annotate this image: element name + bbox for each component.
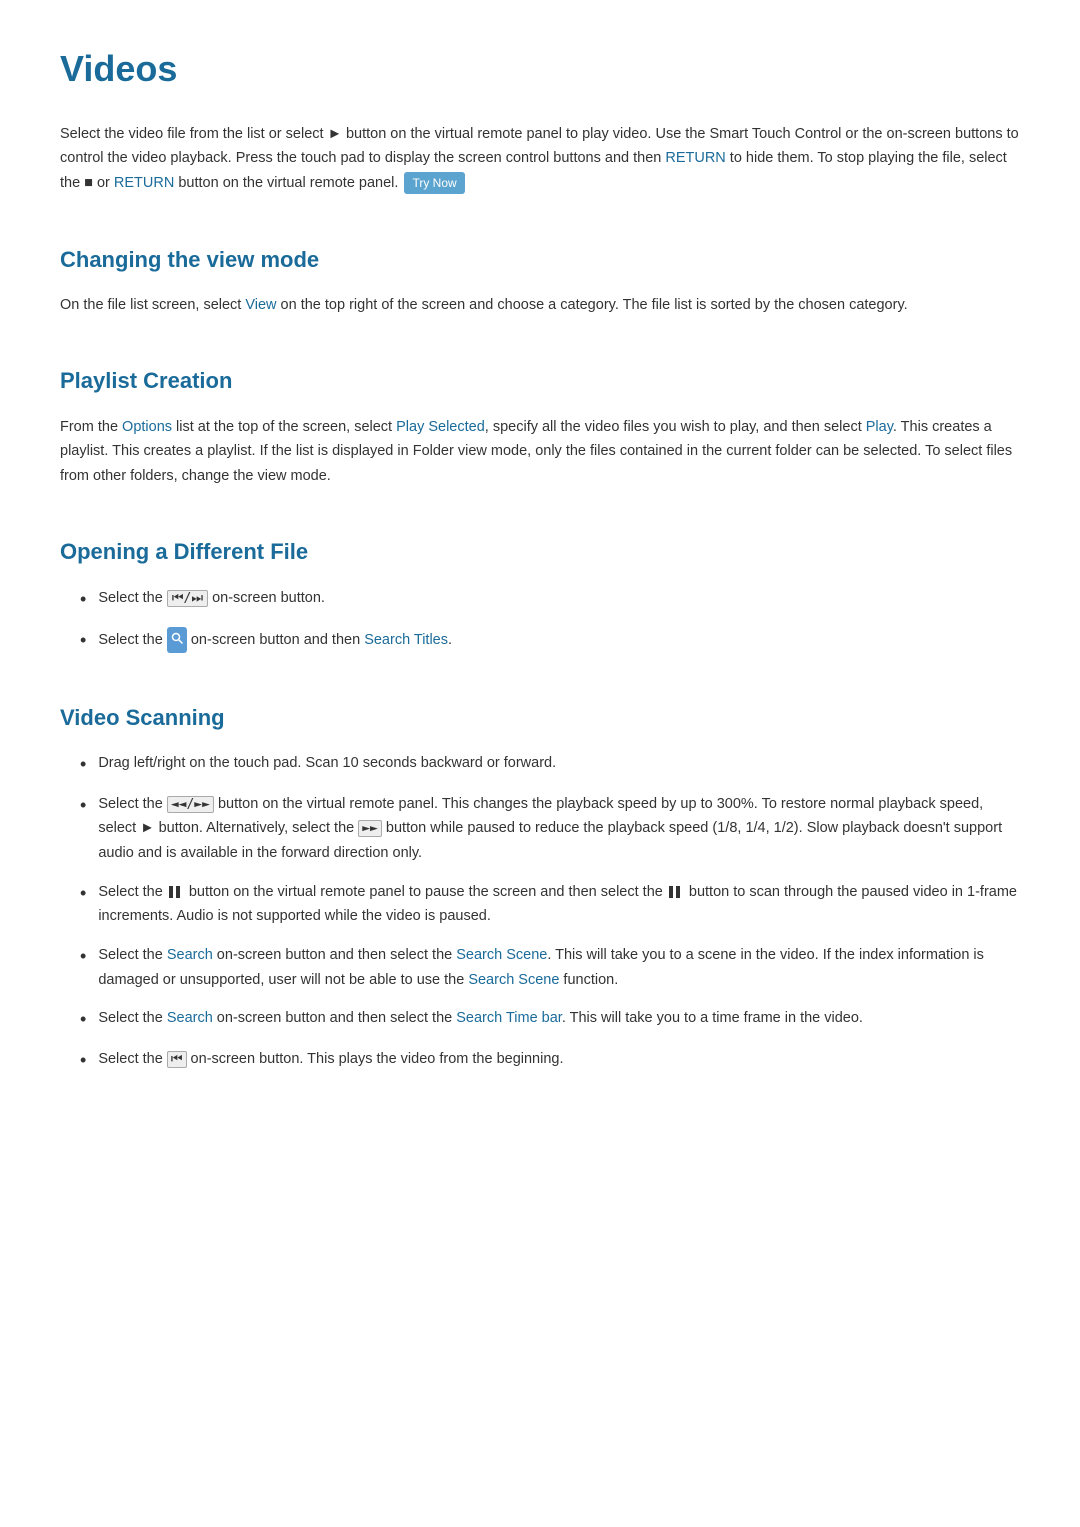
view-link: View [245, 297, 276, 313]
list-item: Select the Search on-screen button and t… [60, 1006, 1020, 1033]
play-link: Play [866, 419, 893, 435]
scanning-bullet-3: Select the button on the virtual remote … [98, 880, 1020, 929]
return-link-1: RETURN [665, 150, 725, 166]
scanning-bullet-6: Select the ⏮ on-screen button. This play… [98, 1047, 1020, 1072]
section-body-changing-view: On the file list screen, select View on … [60, 293, 1020, 318]
go-to-start-icon: ⏮ [167, 1051, 187, 1068]
search-titles-link: Search Titles [364, 632, 448, 648]
search-scene-link-2: Search Scene [468, 972, 559, 988]
skip-icon: ⏮/⏭ [167, 590, 208, 607]
search-time-bar-link: Search Time bar [456, 1010, 562, 1026]
section-title-changing-view: Changing the view mode [60, 232, 1020, 277]
list-item: Select the ⏮/⏭ on-screen button. [60, 586, 1020, 613]
opening-bullet-2: Select the on-screen button and then Sea… [98, 627, 1020, 654]
list-item: Drag left/right on the touch pad. Scan 1… [60, 751, 1020, 778]
scanning-bullet-1: Drag left/right on the touch pad. Scan 1… [98, 751, 1020, 776]
rewind-forward-icon: ◄◄/►► [167, 796, 214, 813]
search-scene-link-1: Search Scene [456, 947, 547, 963]
try-now-badge[interactable]: Try Now [404, 172, 464, 194]
scanning-bullet-5: Select the Search on-screen button and t… [98, 1006, 1020, 1031]
opening-bullet-1: Select the ⏮/⏭ on-screen button. [98, 586, 1020, 611]
list-item: Select the Search on-screen button and t… [60, 943, 1020, 992]
opening-file-list: Select the ⏮/⏭ on-screen button. Select … [60, 586, 1020, 654]
intro-paragraph: Select the video file from the list or s… [60, 122, 1020, 196]
pause-icon [169, 885, 183, 899]
list-item: Select the button on the virtual remote … [60, 880, 1020, 929]
section-title-opening-file: Opening a Different File [60, 524, 1020, 569]
search-link-1: Search [167, 947, 213, 963]
fast-forward-icon: ►► [358, 820, 382, 837]
list-item: Select the ⏮ on-screen button. This play… [60, 1047, 1020, 1074]
list-item: Select the ◄◄/►► button on the virtual r… [60, 792, 1020, 866]
scanning-bullet-4: Select the Search on-screen button and t… [98, 943, 1020, 992]
play-selected-link: Play Selected [396, 419, 485, 435]
section-title-playlist: Playlist Creation [60, 353, 1020, 398]
section-body-playlist: From the Options list at the top of the … [60, 415, 1020, 489]
section-title-video-scanning: Video Scanning [60, 690, 1020, 735]
page-title: Videos [60, 40, 1020, 98]
list-item: Select the on-screen button and then Sea… [60, 627, 1020, 654]
search-icon [167, 627, 187, 654]
options-link: Options [122, 419, 172, 435]
return-link-2: RETURN [114, 175, 174, 191]
scanning-bullet-2: Select the ◄◄/►► button on the virtual r… [98, 792, 1020, 866]
pause-icon-2 [669, 885, 683, 899]
video-scanning-list: Drag left/right on the touch pad. Scan 1… [60, 751, 1020, 1074]
search-link-2: Search [167, 1010, 213, 1026]
